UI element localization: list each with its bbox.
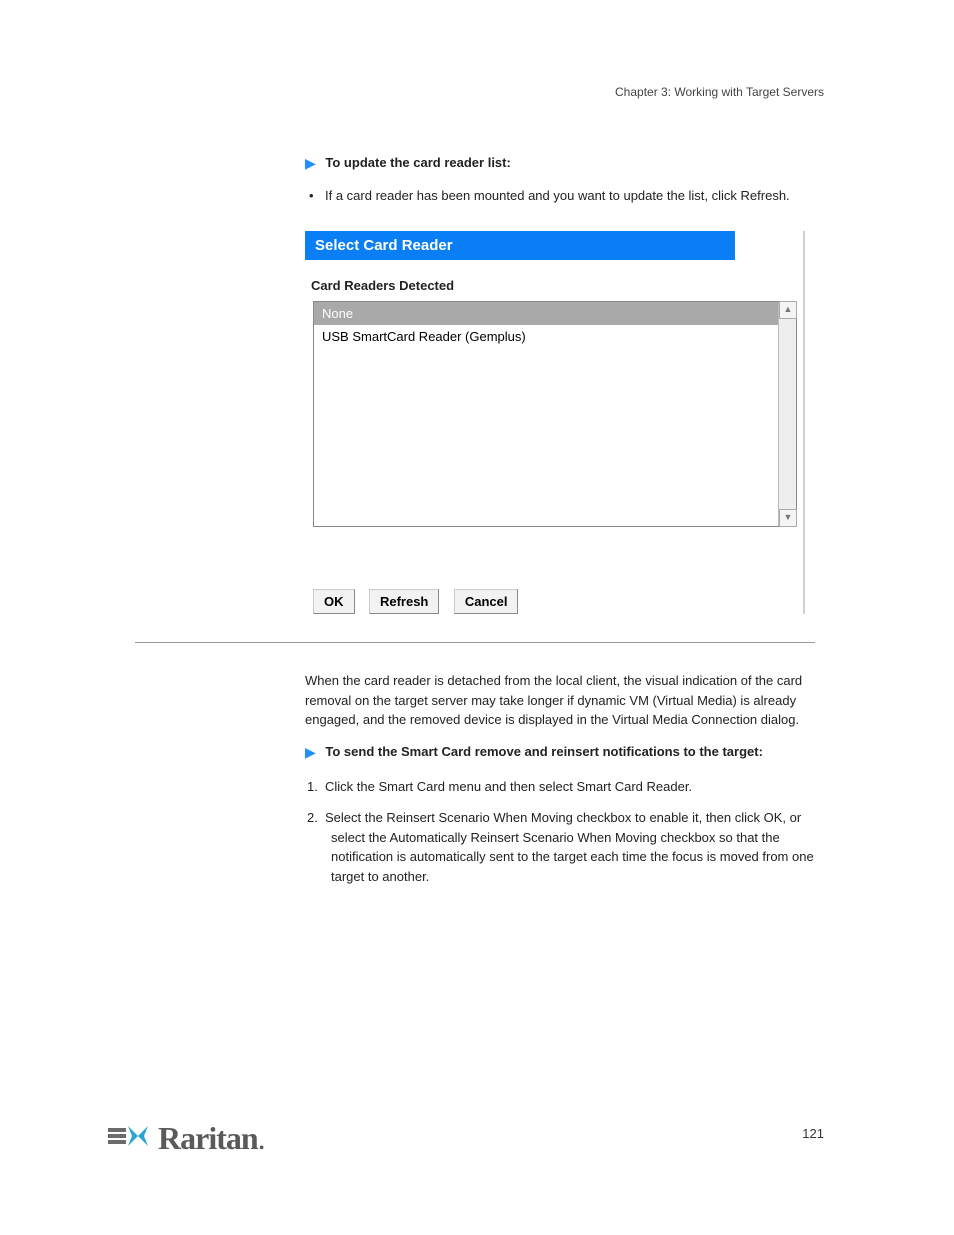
card-readers-detected-label: Card Readers Detected [311, 278, 805, 293]
raritan-logo-text: Raritan [158, 1120, 258, 1157]
ok-button[interactable]: OK [313, 589, 355, 614]
raritan-logo-icon [108, 1122, 152, 1155]
procedure-heading-1: ▶ To update the card reader list: [305, 155, 815, 172]
procedure-2-text: To send the Smart Card remove and reinse… [325, 744, 763, 759]
dialog-right-border [803, 231, 805, 614]
paragraph-vm-note: When the card reader is detached from th… [305, 671, 815, 730]
list-item-none[interactable]: None [314, 302, 778, 325]
refresh-button[interactable]: Refresh [369, 589, 439, 614]
select-card-reader-dialog: Select Card Reader Card Readers Detected… [305, 231, 805, 614]
dialog-title: Select Card Reader [305, 231, 735, 260]
raritan-logo: Raritan. [108, 1120, 266, 1157]
arrow-icon: ▶ [305, 155, 316, 172]
scroll-up-icon[interactable]: ▲ [779, 301, 797, 319]
scroll-down-icon[interactable]: ▼ [779, 509, 797, 527]
page-number: 121 [802, 1126, 824, 1141]
cancel-button[interactable]: Cancel [454, 589, 519, 614]
arrow-icon: ▶ [305, 744, 316, 761]
step-1: 1.Click the Smart Card menu and then sel… [325, 777, 815, 797]
card-readers-listbox[interactable]: None USB SmartCard Reader (Gemplus) ▲ ▼ [313, 301, 797, 527]
numbered-steps: 1.Click the Smart Card menu and then sel… [325, 777, 815, 887]
procedure-heading-2: ▶ To send the Smart Card remove and rein… [305, 744, 815, 761]
bullet-item: If a card reader has been mounted and yo… [325, 188, 815, 203]
chapter-label: Chapter 3: Working with Target Servers [615, 85, 824, 99]
procedure-1-text: To update the card reader list: [325, 155, 510, 170]
divider [135, 642, 815, 643]
step-2: 2.Select the Reinsert Scenario When Movi… [325, 808, 815, 886]
listbox-scrollbar[interactable]: ▲ ▼ [778, 302, 796, 526]
list-item-usb-smartcard[interactable]: USB SmartCard Reader (Gemplus) [314, 325, 778, 348]
